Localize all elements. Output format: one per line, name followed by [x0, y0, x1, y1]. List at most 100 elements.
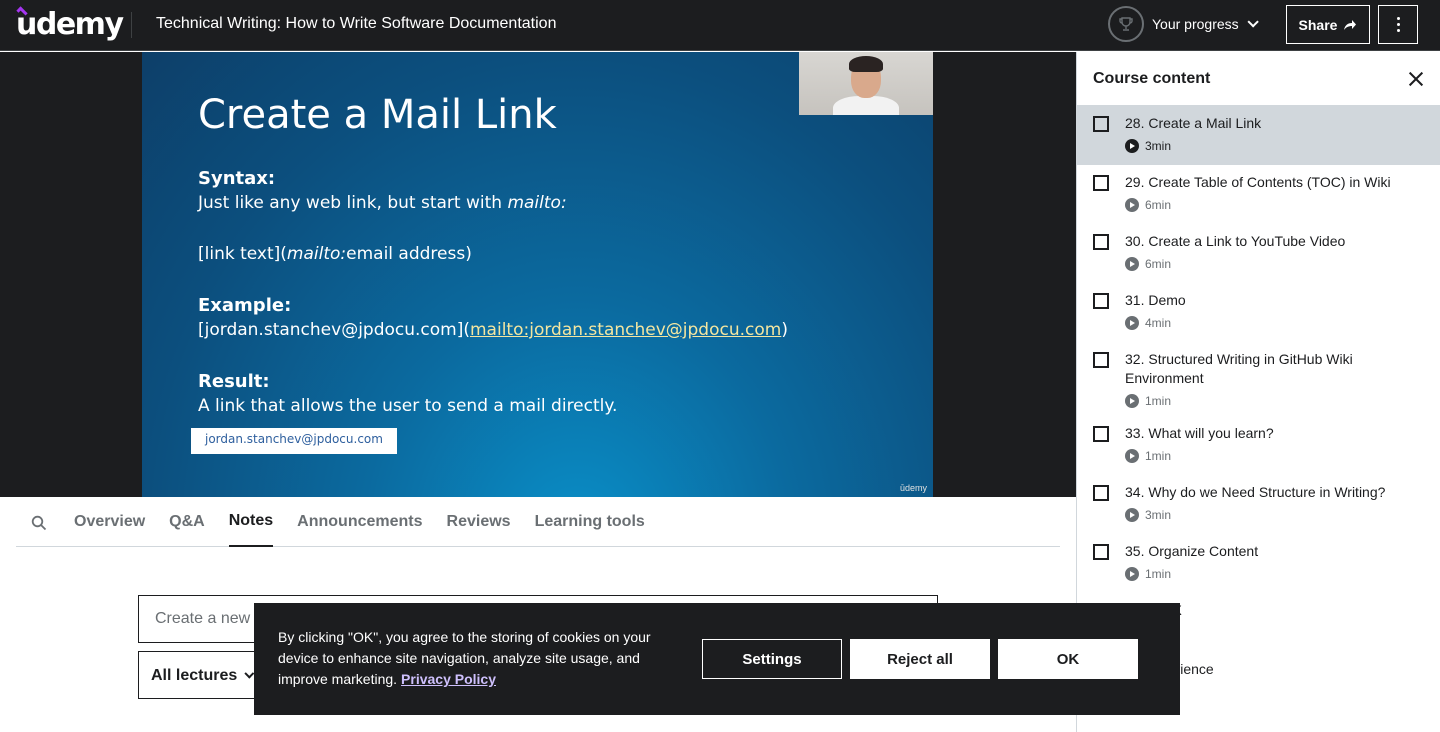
syntax-format-a: [link text]( — [198, 244, 287, 264]
tab-reviews[interactable]: Reviews — [447, 497, 511, 547]
lecture-meta: 1min — [1125, 567, 1424, 581]
lecture-meta: 6min — [1125, 257, 1424, 271]
lecture-checkbox[interactable] — [1093, 544, 1109, 560]
progress-button[interactable]: Your progress — [1108, 6, 1259, 42]
lecture-item[interactable]: 30. Create a Link to YouTube Video 6min — [1077, 224, 1440, 283]
video-player[interactable]: Create a Mail Link Syntax: Just like any… — [0, 52, 1076, 497]
lecture-item[interactable]: 28. Create a Mail Link 3min — [1077, 106, 1440, 165]
header-divider — [131, 12, 132, 38]
lecture-duration: 1min — [1145, 449, 1172, 463]
lecture-meta: 4min — [1125, 316, 1424, 330]
example-heading: Example: — [198, 295, 292, 316]
lecture-item[interactable]: 34. Why do we Need Structure in Writing?… — [1077, 475, 1440, 534]
play-icon — [1125, 508, 1139, 522]
play-icon — [1125, 316, 1139, 330]
play-icon — [1125, 449, 1139, 463]
lecture-item[interactable]: 33. What will you learn? 1min — [1077, 416, 1440, 475]
share-button[interactable]: Share — [1286, 5, 1370, 44]
search-icon[interactable] — [16, 513, 62, 531]
lectures-filter-dropdown[interactable]: All lectures — [138, 651, 268, 699]
trophy-icon — [1108, 6, 1144, 42]
more-dot-icon — [1396, 17, 1400, 20]
lectures-filter-label: All lectures — [151, 667, 238, 684]
lecture-title: 35. Organize Content — [1125, 543, 1259, 559]
lecture-title: 28. Create a Mail Link — [1125, 115, 1262, 131]
sidebar-title: Course content — [1093, 69, 1211, 87]
tab-announcements[interactable]: Announcements — [297, 497, 422, 547]
syntax-format-b: email address) — [346, 244, 472, 264]
more-dot-icon — [1396, 29, 1400, 32]
result-text: A link that allows the user to send a ma… — [198, 396, 618, 416]
lecture-checkbox[interactable] — [1093, 293, 1109, 309]
lecture-slide: Create a Mail Link Syntax: Just like any… — [142, 52, 933, 497]
close-icon[interactable] — [1408, 71, 1424, 87]
top-header: udemy Technical Writing: How to Write So… — [0, 0, 1440, 51]
lecture-title: 33. What will you learn? — [1125, 425, 1274, 441]
reject-all-button[interactable]: Reject all — [850, 639, 990, 679]
lecture-checkbox[interactable] — [1093, 175, 1109, 191]
play-icon — [1125, 257, 1139, 271]
tab-qa[interactable]: Q&A — [169, 497, 205, 547]
tab-overview[interactable]: Overview — [74, 497, 145, 547]
syntax-text: Just like any web link, but start with m… — [198, 193, 567, 213]
syntax-heading: Syntax: — [198, 168, 276, 189]
tab-learning-tools[interactable]: Learning tools — [535, 497, 645, 547]
lecture-title: 34. Why do we Need Structure in Writing? — [1125, 484, 1386, 500]
lecture-item[interactable]: 29. Create Table of Contents (TOC) in Wi… — [1077, 165, 1440, 224]
lecture-item[interactable]: 31. Demo 4min — [1077, 283, 1440, 342]
syntax-format-italic: mailto: — [286, 244, 347, 264]
content-tabs: Overview Q&A Notes Announcements Reviews… — [16, 497, 1060, 547]
lecture-duration: 3min — [1145, 508, 1172, 522]
course-title[interactable]: Technical Writing: How to Write Software… — [156, 15, 556, 33]
udemy-logo[interactable]: udemy — [16, 6, 124, 42]
lecture-title: 30. Create a Link to YouTube Video — [1125, 233, 1346, 249]
share-label: Share — [1298, 16, 1338, 33]
sidebar-header: Course content — [1077, 52, 1440, 106]
instructor-webcam — [799, 52, 933, 115]
privacy-policy-link[interactable]: Privacy Policy — [401, 671, 496, 687]
result-heading: Result: — [198, 371, 270, 392]
lecture-checkbox[interactable] — [1093, 485, 1109, 501]
lecture-meta: 1min — [1125, 394, 1424, 408]
example-link-box: jordan.stanchev@jpdocu.com — [191, 428, 397, 454]
lecture-item[interactable]: 35. Organize Content 1min — [1077, 534, 1440, 593]
lecture-meta: 3min — [1125, 508, 1424, 522]
share-arrow-icon — [1344, 19, 1357, 30]
lecture-duration: 1min — [1145, 567, 1172, 581]
lecture-meta: 3min — [1125, 139, 1424, 153]
example-text-a: [jordan.stanchev@jpdocu.com]( — [198, 320, 470, 340]
more-dot-icon — [1396, 23, 1400, 26]
lecture-duration: 4min — [1145, 316, 1172, 330]
tab-notes[interactable]: Notes — [228, 497, 274, 547]
play-icon — [1125, 567, 1139, 581]
play-icon — [1125, 394, 1139, 408]
more-options-button[interactable] — [1378, 5, 1418, 44]
cookie-settings-button[interactable]: Settings — [702, 639, 842, 679]
play-icon — [1125, 198, 1139, 212]
cookie-banner: By clicking "OK", you agree to the stori… — [254, 603, 1180, 715]
lecture-title: 32. Structured Writing in GitHub Wiki En… — [1125, 351, 1353, 386]
syntax-format: [link text](mailto:email address) — [198, 244, 472, 264]
syntax-text-main: Just like any web link, but start with — [198, 193, 508, 213]
ok-button[interactable]: OK — [998, 639, 1138, 679]
lecture-checkbox[interactable] — [1093, 116, 1109, 132]
slide-brand: ūdemy — [899, 483, 927, 493]
lecture-duration: 6min — [1145, 198, 1172, 212]
lecture-duration: 6min — [1145, 257, 1172, 271]
lecture-checkbox[interactable] — [1093, 234, 1109, 250]
example-text: [jordan.stanchev@jpdocu.com](mailto:jord… — [198, 320, 788, 340]
play-icon — [1125, 139, 1139, 153]
slide-title: Create a Mail Link — [198, 92, 557, 138]
lecture-meta: 6min — [1125, 198, 1424, 212]
example-text-b: ) — [781, 320, 788, 340]
cookie-text: By clicking "OK", you agree to the stori… — [278, 627, 668, 690]
lecture-checkbox[interactable] — [1093, 352, 1109, 368]
lecture-item[interactable]: 32. Structured Writing in GitHub Wiki En… — [1077, 342, 1440, 416]
chevron-down-icon — [1247, 16, 1259, 28]
lecture-title: 31. Demo — [1125, 292, 1186, 308]
lecture-checkbox[interactable] — [1093, 426, 1109, 442]
lecture-duration: 3min — [1145, 139, 1172, 153]
lecture-duration: 1min — [1145, 394, 1172, 408]
progress-label: Your progress — [1152, 16, 1239, 32]
syntax-text-italic: mailto: — [507, 193, 567, 213]
